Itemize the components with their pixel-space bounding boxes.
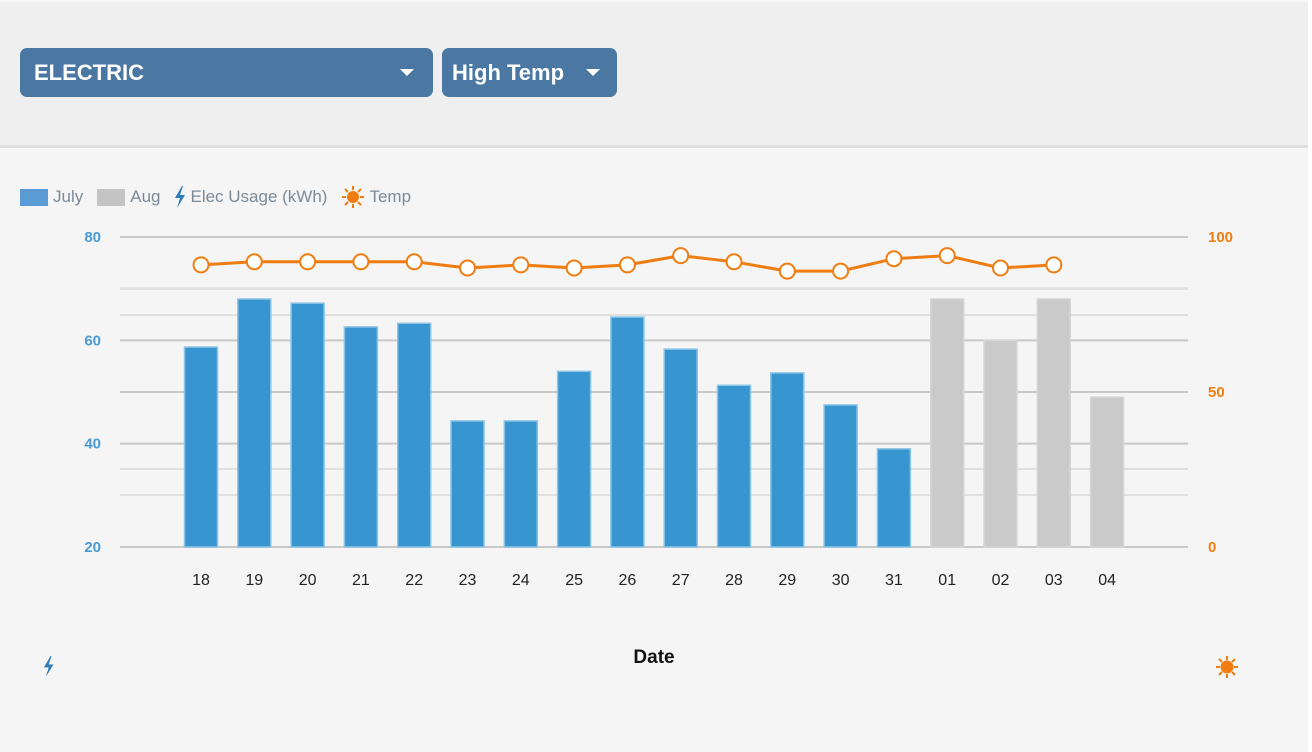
x-tick-label: 23 <box>459 572 477 589</box>
bar-28[interactable] <box>716 384 752 548</box>
x-tick-label: 21 <box>352 572 370 589</box>
x-tick-label: 27 <box>672 572 690 589</box>
bar-21[interactable] <box>343 326 379 548</box>
temp-point-29[interactable] <box>778 262 796 280</box>
temp-point-22[interactable] <box>405 253 423 271</box>
bar-04[interactable] <box>1089 396 1125 548</box>
left-tick-label: 20 <box>84 539 101 556</box>
bar-31[interactable] <box>876 448 912 548</box>
left-tick-label: 40 <box>84 436 101 453</box>
bar-23[interactable] <box>450 420 485 548</box>
x-tick-label: 19 <box>245 572 263 589</box>
temp-point-23[interactable] <box>459 259 476 277</box>
bar-24[interactable] <box>503 420 539 548</box>
left-axis-bolt-icon <box>43 656 54 677</box>
left-tick-label: 80 <box>84 229 101 246</box>
temp-point-26[interactable] <box>618 256 636 274</box>
x-tick-label: 26 <box>619 572 637 589</box>
left-axis: 20 40 60 80 <box>84 229 101 556</box>
temp-point-28[interactable] <box>725 253 743 271</box>
x-axis-title: Date <box>633 647 674 668</box>
temp-point-25[interactable] <box>565 259 583 277</box>
bar-19[interactable] <box>237 298 272 548</box>
x-tick-label: 22 <box>405 572 423 589</box>
bar-01[interactable] <box>929 298 965 548</box>
bar-27[interactable] <box>663 348 698 548</box>
x-tick-label: 31 <box>885 572 903 589</box>
temp-point-01[interactable] <box>938 247 956 265</box>
x-tick-label: 04 <box>1098 572 1116 589</box>
temp-point-21[interactable] <box>352 253 370 271</box>
usage-chart: 20 40 60 80 0 50 100 18 19 20 21 22 23 24 25 26 27 28 29… <box>43 229 1238 678</box>
temp-line <box>192 247 1063 280</box>
x-tick-label: 03 <box>1045 572 1063 589</box>
temp-point-02[interactable] <box>992 259 1009 277</box>
right-axis: 0 50 100 <box>1208 229 1233 556</box>
right-tick-label: 50 <box>1208 384 1225 401</box>
temp-point-19[interactable] <box>245 253 263 271</box>
grid-lines <box>120 236 1188 548</box>
bar-22[interactable] <box>396 322 432 548</box>
temp-point-20[interactable] <box>299 253 317 271</box>
right-tick-label: 0 <box>1208 539 1216 556</box>
bar-03[interactable] <box>1036 298 1072 548</box>
x-tick-label: 02 <box>992 572 1010 589</box>
x-tick-label: 18 <box>192 572 210 589</box>
temp-point-30[interactable] <box>832 262 850 280</box>
x-tick-label: 29 <box>778 572 796 589</box>
x-tick-label: 20 <box>299 572 317 589</box>
temp-point-18[interactable] <box>192 256 210 274</box>
bar-26[interactable] <box>610 316 645 548</box>
x-axis: 18 19 20 21 22 23 24 25 26 27 28 29 30 31 01 02 03 04 <box>192 572 1116 589</box>
x-tick-label: 28 <box>725 572 743 589</box>
x-tick-label: 30 <box>832 572 850 589</box>
bars <box>183 298 1125 548</box>
x-tick-label: 24 <box>512 572 530 589</box>
left-tick-label: 60 <box>84 332 101 349</box>
bar-30[interactable] <box>823 404 858 548</box>
bar-18[interactable] <box>183 346 219 548</box>
temp-point-31[interactable] <box>885 250 903 268</box>
temp-point-03[interactable] <box>1045 256 1063 274</box>
bar-02[interactable] <box>983 339 1018 548</box>
x-tick-label: 25 <box>565 572 583 589</box>
x-tick-label: 01 <box>938 572 956 589</box>
right-tick-label: 100 <box>1208 229 1233 246</box>
temp-point-27[interactable] <box>672 247 690 265</box>
bar-29[interactable] <box>770 372 805 548</box>
bar-20[interactable] <box>290 302 325 548</box>
right-axis-sun-icon <box>1216 656 1238 678</box>
bar-25[interactable] <box>556 370 592 548</box>
temp-point-24[interactable] <box>512 256 530 274</box>
